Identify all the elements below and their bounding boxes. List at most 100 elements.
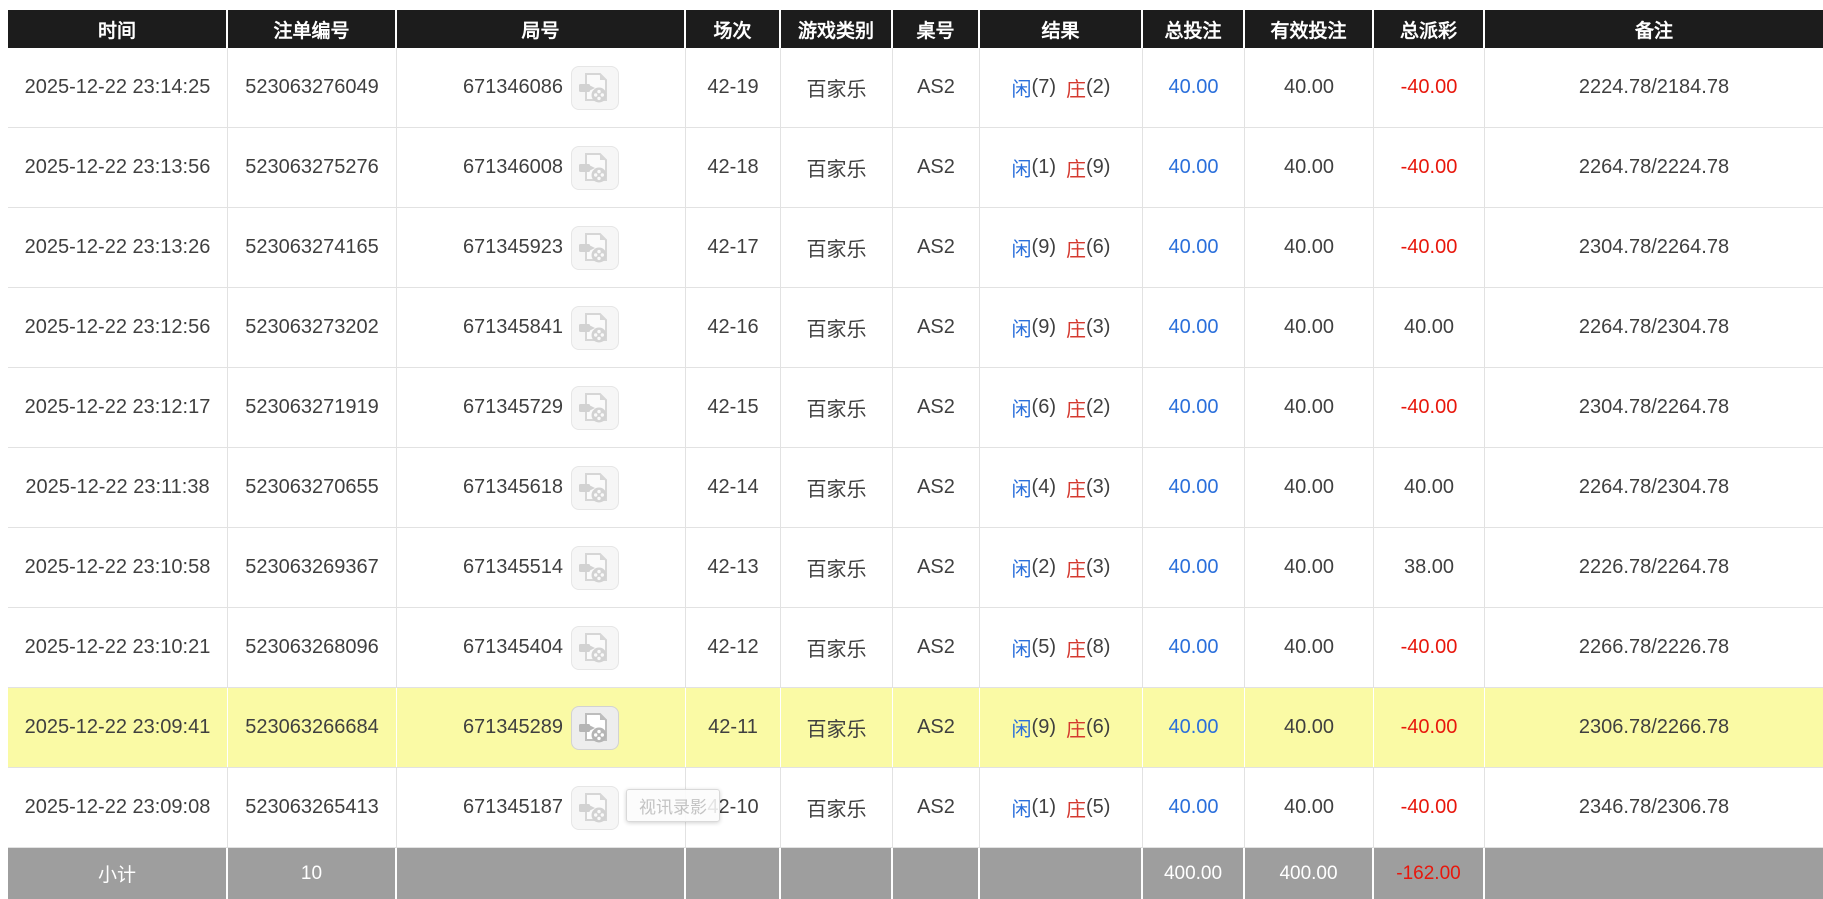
- cell-result: 闲 (4) 庄 (3): [980, 448, 1143, 527]
- subtotal-empty: [686, 848, 781, 899]
- cell-total-bet: 40.00: [1143, 448, 1245, 527]
- subtotal-valid-bet: 400.00: [1245, 848, 1374, 899]
- video-playback-button[interactable]: [571, 145, 620, 190]
- cell-game-type: 百家乐: [781, 208, 893, 287]
- cell-round-no: 671345618: [397, 448, 686, 527]
- player-label: 闲: [1011, 479, 1032, 501]
- cell-valid-bet: 40.00: [1245, 368, 1374, 447]
- banker-score: (6): [1086, 236, 1111, 258]
- cell-payout: -40.00: [1374, 688, 1485, 767]
- table-body: 2025-12-22 23:14:25 523063276049 6713460…: [8, 48, 1823, 848]
- video-playback-button[interactable]: [571, 385, 620, 430]
- video-playback-icon: [579, 232, 608, 262]
- cell-result: 闲 (1) 庄 (5): [980, 768, 1143, 847]
- subtotal-empty: [397, 848, 686, 899]
- cell-total-bet: 40.00: [1143, 768, 1245, 847]
- table-row[interactable]: 2025-12-22 23:13:56 523063275276 6713460…: [8, 128, 1823, 208]
- table-row[interactable]: 2025-12-22 23:12:17 523063271919 6713457…: [8, 368, 1823, 448]
- banker-score: (2): [1086, 76, 1111, 98]
- table-row[interactable]: 2025-12-22 23:12:56 523063273202 6713458…: [8, 288, 1823, 368]
- table-row[interactable]: 2025-12-22 23:13:26 523063274165 6713459…: [8, 208, 1823, 288]
- cell-game-type: 百家乐: [781, 448, 893, 527]
- cell-bet-no: 523063276049: [228, 48, 397, 127]
- header-valid-bet: 有效投注: [1245, 10, 1374, 48]
- banker-label: 庄: [1066, 399, 1086, 421]
- cell-bet-no: 523063266684: [228, 688, 397, 767]
- round-number: 671345187: [462, 796, 564, 818]
- cell-game-type: 百家乐: [781, 768, 893, 847]
- cell-session: 42-14: [686, 448, 781, 527]
- round-number: 671345841: [462, 316, 564, 338]
- video-playback-icon: [579, 552, 608, 582]
- player-label: 闲: [1011, 159, 1032, 181]
- cell-round-no: 671345729: [397, 368, 686, 447]
- banker-label: 庄: [1066, 159, 1086, 181]
- cell-time: 2025-12-22 23:10:21: [8, 608, 228, 687]
- video-playback-icon: [579, 312, 608, 342]
- player-label: 闲: [1011, 79, 1032, 101]
- table-row[interactable]: 2025-12-22 23:10:21 523063268096 6713454…: [8, 608, 1823, 688]
- banker-score: (9): [1086, 156, 1111, 178]
- cell-table-no: AS2: [893, 128, 980, 207]
- cell-total-bet: 40.00: [1143, 528, 1245, 607]
- table-row[interactable]: 2025-12-22 23:09:08 523063265413 6713451…: [8, 768, 1823, 848]
- video-playback-button[interactable]: [571, 465, 620, 510]
- round-number: 671345404: [462, 636, 564, 658]
- cell-total-bet: 40.00: [1143, 608, 1245, 687]
- video-playback-button[interactable]: [571, 225, 620, 270]
- cell-round-no: 671345404: [397, 608, 686, 687]
- player-score: (1): [1031, 156, 1056, 178]
- cell-result: 闲 (1) 庄 (9): [980, 128, 1143, 207]
- cell-time: 2025-12-22 23:12:56: [8, 288, 228, 367]
- bet-records-page: 时间 注单编号 局号 场次 游戏类别 桌号 结果 总投注 有效投注 总派彩 备注…: [0, 0, 1823, 899]
- banker-label: 庄: [1066, 79, 1086, 101]
- cell-table-no: AS2: [893, 48, 980, 127]
- table-row[interactable]: 2025-12-22 23:14:25 523063276049 6713460…: [8, 48, 1823, 128]
- video-playback-icon: [579, 392, 608, 422]
- player-score: (2): [1031, 556, 1056, 578]
- subtotal-count: 10: [228, 848, 397, 899]
- player-label: 闲: [1011, 639, 1032, 661]
- cell-time: 2025-12-22 23:12:17: [8, 368, 228, 447]
- cell-remark: 2346.78/2306.78: [1578, 796, 1730, 818]
- cell-round-no: 671345841: [397, 288, 686, 367]
- subtotal-total-bet: 400.00: [1143, 848, 1245, 899]
- video-playback-button[interactable]: [571, 545, 620, 590]
- cell-session: 42-19: [686, 48, 781, 127]
- cell-session: 42-13: [686, 528, 781, 607]
- cell-valid-bet: 40.00: [1245, 288, 1374, 367]
- header-payout: 总派彩: [1374, 10, 1485, 48]
- video-playback-button[interactable]: [571, 305, 620, 350]
- video-playback-button[interactable]: [571, 625, 620, 670]
- table-row[interactable]: 2025-12-22 23:09:41 523063266684 6713452…: [8, 688, 1823, 768]
- header-bet-no: 注单编号: [228, 10, 397, 48]
- player-score: (9): [1031, 236, 1056, 258]
- video-playback-button[interactable]: [571, 705, 620, 750]
- cell-valid-bet: 40.00: [1245, 208, 1374, 287]
- cell-result: 闲 (5) 庄 (8): [980, 608, 1143, 687]
- cell-payout: -40.00: [1374, 608, 1485, 687]
- cell-valid-bet: 40.00: [1245, 128, 1374, 207]
- player-score: (5): [1031, 636, 1056, 658]
- cell-remark: 2304.78/2264.78: [1578, 236, 1730, 258]
- video-playback-icon: [579, 72, 608, 102]
- cell-payout: -40.00: [1374, 128, 1485, 207]
- video-playback-icon: [579, 632, 608, 662]
- video-playback-button[interactable]: [571, 65, 620, 110]
- cell-bet-no: 523063273202: [228, 288, 397, 367]
- table-row[interactable]: 2025-12-22 23:10:58 523063269367 6713455…: [8, 528, 1823, 608]
- banker-label: 庄: [1066, 239, 1086, 261]
- cell-session: 42-17: [686, 208, 781, 287]
- cell-round-no: 671345923: [397, 208, 686, 287]
- cell-time: 2025-12-22 23:13:26: [8, 208, 228, 287]
- video-playback-button[interactable]: [571, 785, 620, 830]
- cell-remark: 2266.78/2226.78: [1578, 636, 1730, 658]
- header-game-type: 游戏类别: [781, 10, 893, 48]
- cell-valid-bet: 40.00: [1245, 768, 1374, 847]
- cell-time: 2025-12-22 23:09:08: [8, 768, 228, 847]
- cell-table-no: AS2: [893, 688, 980, 767]
- cell-result: 闲 (2) 庄 (3): [980, 528, 1143, 607]
- cell-payout: -40.00: [1374, 48, 1485, 127]
- table-row[interactable]: 2025-12-22 23:11:38 523063270655 6713456…: [8, 448, 1823, 528]
- cell-session: 42-16: [686, 288, 781, 367]
